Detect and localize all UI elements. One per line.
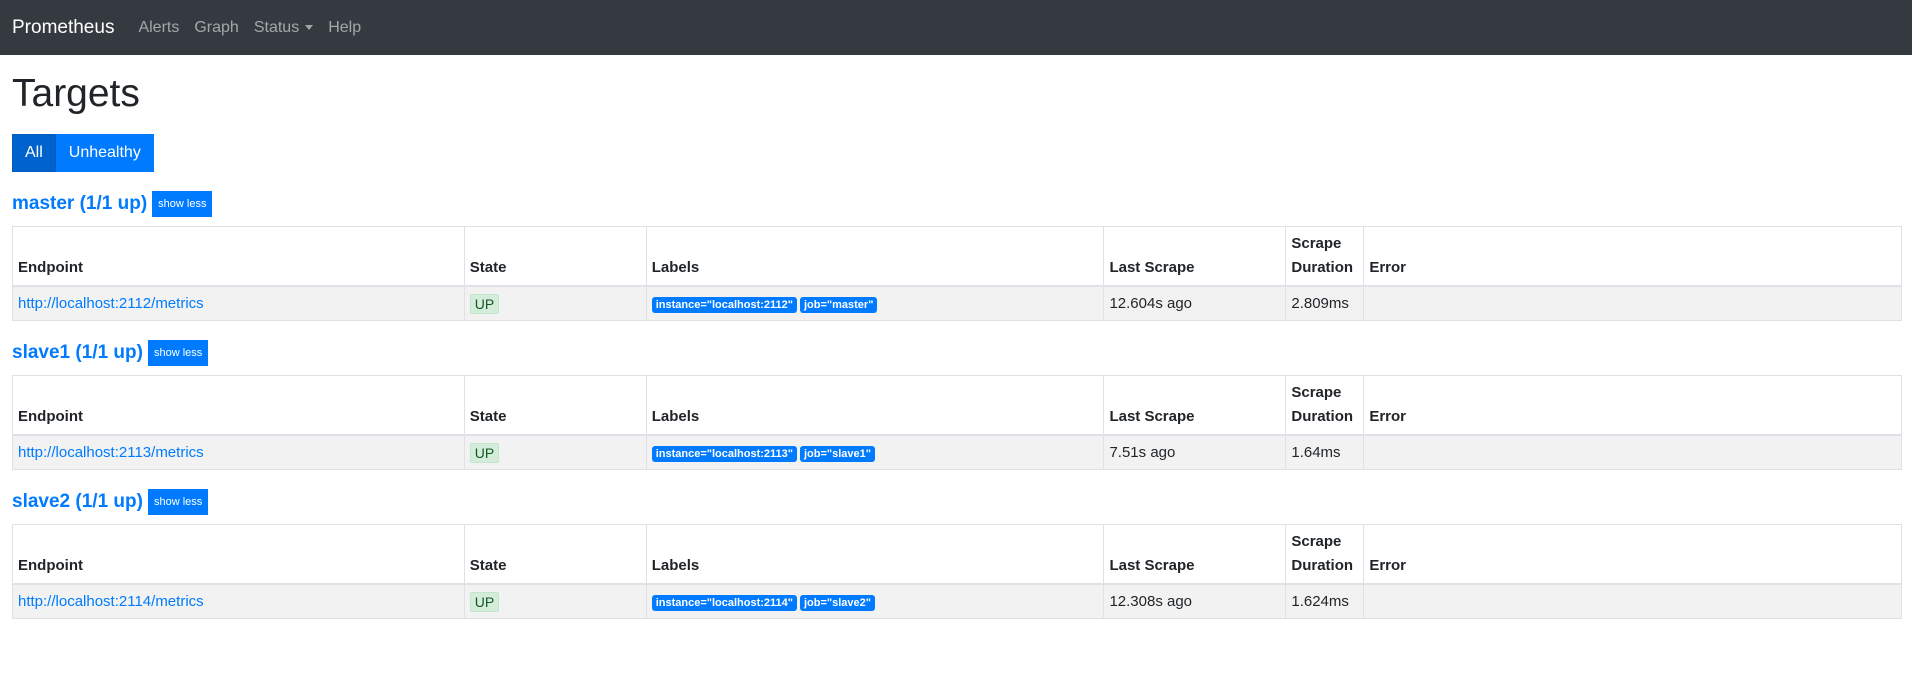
label-badge: instance="localhost:2112" (651, 296, 797, 313)
header-scrape-duration-line2: Duration (1291, 557, 1354, 575)
show-less-button[interactable]: show less (147, 488, 209, 515)
nav-alerts[interactable]: Alerts (138, 19, 179, 37)
header-scrape-duration-line1: Scrape (1291, 533, 1342, 551)
last-scrape-cell: 12.604s ago (1103, 285, 1287, 321)
state-cell: UP (463, 285, 647, 321)
header-endpoint: Endpoint (12, 225, 465, 288)
table-header-row: Endpoint State Labels Last Scrape Scrape… (12, 225, 1902, 288)
header-scrape-duration: Scrape Duration (1285, 225, 1365, 288)
labels-cell: instance="localhost:2113" job="slave1" (645, 434, 1105, 470)
header-error: Error (1363, 225, 1902, 288)
endpoint-cell: http://localhost:2114/metrics (12, 583, 465, 619)
state-cell: UP (463, 434, 647, 470)
table-header-row: Endpoint State Labels Last Scrape Scrape… (12, 374, 1902, 437)
header-scrape-duration-line2: Duration (1291, 259, 1354, 277)
header-labels: Labels (645, 374, 1105, 437)
endpoint-cell: http://localhost:2113/metrics (12, 434, 465, 470)
targets-table: Endpoint State Labels Last Scrape Scrape… (12, 225, 1902, 321)
table-header-row: Endpoint State Labels Last Scrape Scrape… (12, 523, 1902, 586)
error-cell (1363, 583, 1902, 619)
pool-header: slave2 (1/1 up) show less (12, 488, 1900, 516)
show-less-button[interactable]: show less (152, 190, 213, 217)
endpoint-cell: http://localhost:2112/metrics (12, 285, 465, 321)
last-scrape-cell: 12.308s ago (1103, 583, 1287, 619)
filter-button-group: All Unhealthy (12, 133, 1900, 172)
target-pool: master (1/1 up) show less Endpoint State… (12, 190, 1902, 321)
label-badge: instance="localhost:2114" (651, 594, 797, 611)
error-cell (1363, 434, 1902, 470)
filter-all-button[interactable]: All (12, 133, 56, 172)
filter-unhealthy-button[interactable]: Unhealthy (55, 133, 154, 172)
pool-title-link[interactable]: slave2 (1/1 up) (12, 491, 143, 513)
label-badge: job="master" (799, 296, 878, 313)
error-cell (1363, 285, 1902, 321)
label-badge: instance="localhost:2113" (651, 445, 797, 462)
pool-title-link[interactable]: master (1/1 up) (12, 193, 147, 215)
label-badge: job="slave1" (799, 445, 875, 462)
table-row: http://localhost:2114/metrics UP instance=… (12, 583, 1902, 619)
pool-title-link[interactable]: slave1 (1/1 up) (12, 342, 143, 364)
state-cell: UP (463, 583, 647, 619)
header-endpoint: Endpoint (12, 374, 465, 437)
label-badge: job="slave2" (799, 594, 875, 611)
state-badge: UP (469, 293, 500, 314)
scrape-duration-cell: 1.624ms (1285, 583, 1365, 619)
endpoint-link[interactable]: http://localhost:2114/metrics (18, 593, 204, 610)
labels-cell: instance="localhost:2114" job="slave2" (645, 583, 1105, 619)
header-error: Error (1363, 523, 1902, 586)
header-state: State (463, 225, 647, 288)
target-pool: slave1 (1/1 up) show less Endpoint State… (12, 339, 1902, 470)
header-state: State (463, 374, 647, 437)
pool-header: slave1 (1/1 up) show less (12, 339, 1900, 367)
target-pools: master (1/1 up) show less Endpoint State… (12, 190, 1902, 619)
header-scrape-duration: Scrape Duration (1285, 374, 1365, 437)
nav-status-dropdown[interactable]: Status (253, 18, 314, 37)
endpoint-link[interactable]: http://localhost:2112/metrics (18, 295, 204, 312)
labels-cell: instance="localhost:2112" job="master" (645, 285, 1105, 321)
show-less-button[interactable]: show less (147, 339, 209, 366)
brand-link[interactable]: Prometheus (12, 17, 114, 39)
header-error: Error (1363, 374, 1902, 437)
header-labels: Labels (645, 225, 1105, 288)
header-last-scrape: Last Scrape (1103, 225, 1287, 288)
header-state: State (463, 523, 647, 586)
targets-table: Endpoint State Labels Last Scrape Scrape… (12, 374, 1902, 470)
target-pool: slave2 (1/1 up) show less Endpoint State… (12, 488, 1902, 619)
page-title: Targets (12, 72, 140, 115)
header-endpoint: Endpoint (12, 523, 465, 586)
chevron-down-icon (305, 25, 314, 30)
header-scrape-duration-line1: Scrape (1291, 384, 1342, 402)
pool-header: master (1/1 up) show less (12, 190, 1900, 218)
header-last-scrape: Last Scrape (1103, 523, 1287, 586)
last-scrape-cell: 7.51s ago (1103, 434, 1287, 470)
top-navbar: Prometheus Alerts Graph Status Help (0, 0, 1912, 55)
nav-help[interactable]: Help (328, 19, 361, 37)
main-content: Targets All Unhealthy master (1/1 up) sh… (0, 72, 1912, 619)
header-scrape-duration-line1: Scrape (1291, 235, 1342, 253)
endpoint-link[interactable]: http://localhost:2113/metrics (18, 444, 204, 461)
state-badge: UP (469, 591, 500, 612)
nav-graph[interactable]: Graph (194, 19, 238, 37)
header-scrape-duration: Scrape Duration (1285, 523, 1365, 586)
header-labels: Labels (645, 523, 1105, 586)
targets-table: Endpoint State Labels Last Scrape Scrape… (12, 523, 1902, 619)
nav-status-label: Status (253, 18, 300, 36)
scrape-duration-cell: 2.809ms (1285, 285, 1365, 321)
scrape-duration-cell: 1.64ms (1285, 434, 1365, 470)
state-badge: UP (469, 442, 500, 463)
header-scrape-duration-line2: Duration (1291, 408, 1354, 426)
table-row: http://localhost:2112/metrics UP instance=… (12, 285, 1902, 321)
header-last-scrape: Last Scrape (1103, 374, 1287, 437)
table-row: http://localhost:2113/metrics UP instance=… (12, 434, 1902, 470)
